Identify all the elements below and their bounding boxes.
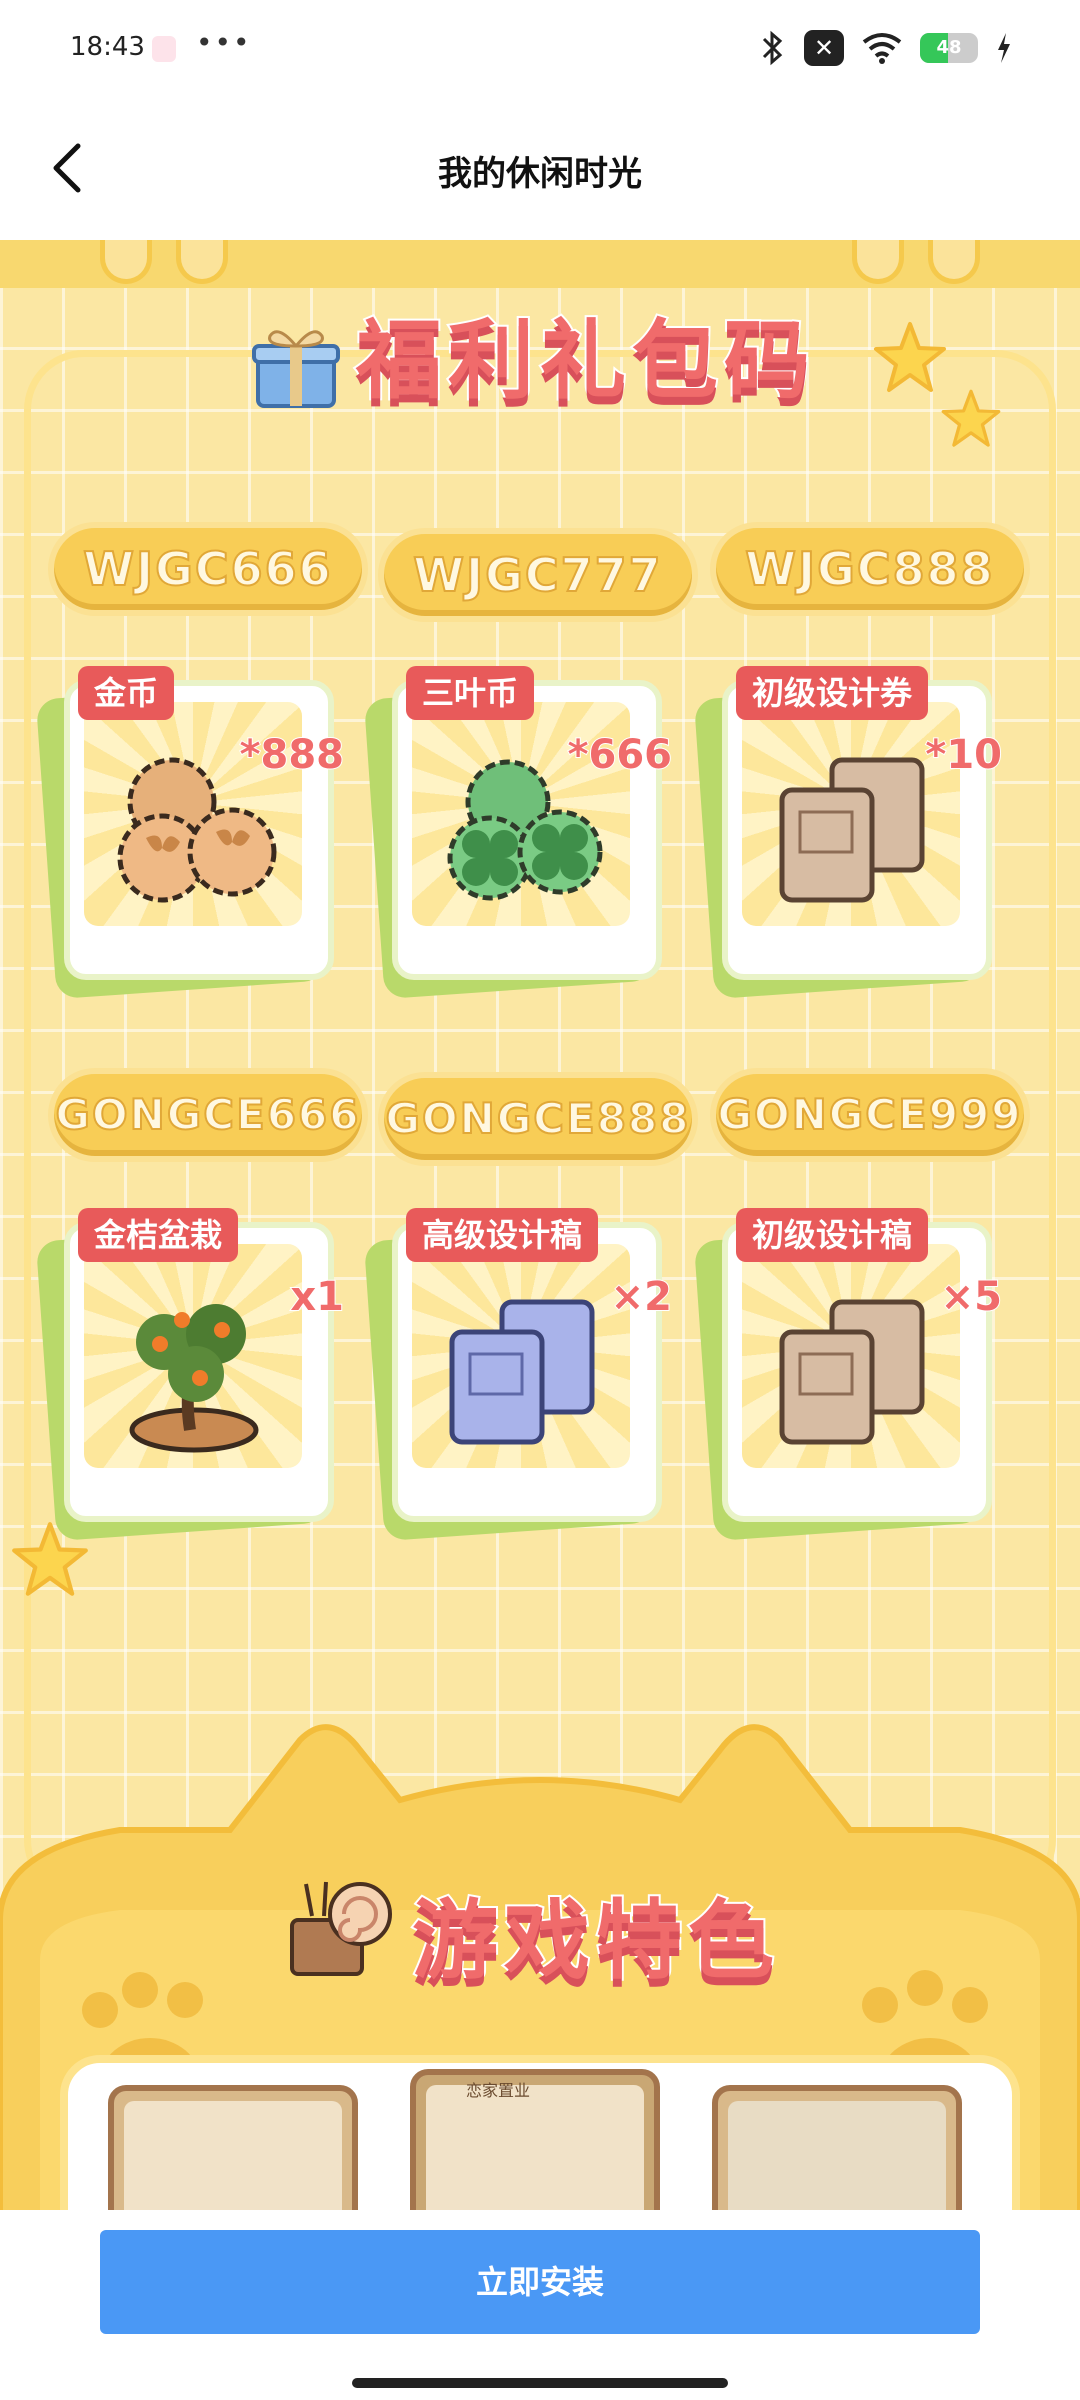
- reward-name: 高级设计稿: [406, 1208, 599, 1262]
- reward-count: *666: [567, 731, 673, 779]
- wifi-icon: [862, 33, 902, 64]
- reward-card: 金币 *888: [35, 666, 345, 1000]
- feature-screenshot-thumb[interactable]: 恋家置业: [410, 2069, 660, 2210]
- gift-code-text: WJGC777: [412, 547, 663, 603]
- star-decoration-icon: [874, 322, 946, 392]
- page-title: 我的休闲时光: [438, 154, 642, 194]
- gift-code-pill[interactable]: WJGC777: [378, 528, 698, 622]
- gift-code-pill[interactable]: WJGC888: [710, 522, 1030, 616]
- gift-code-title: 福利礼包码: [236, 280, 846, 430]
- reward-name: 初级设计稿: [736, 1208, 929, 1262]
- reward-count: *10: [924, 731, 1003, 779]
- gift-code-title-text: 福利礼包码: [354, 309, 816, 413]
- gift-code-text: WJGC666: [82, 541, 333, 597]
- battery-text: 48: [936, 37, 962, 58]
- bottom-action-bar: 立即安装: [0, 2210, 1080, 2400]
- gift-code-pill[interactable]: GONGCE888: [378, 1072, 698, 1166]
- app-header: 我的休闲时光: [0, 100, 1080, 240]
- reward-card: 金桔盆栽 x1: [35, 1208, 345, 1542]
- gift-code-pill[interactable]: GONGCE999: [710, 1068, 1030, 1162]
- features-title-text: 游戏特色: [410, 1889, 780, 1993]
- reward-card: 初级设计稿 ×5: [693, 1208, 1003, 1542]
- gift-code-text: GONGCE999: [717, 1089, 1023, 1140]
- gift-code-pill[interactable]: WJGC666: [48, 522, 368, 616]
- feature-preview-strip[interactable]: 恋家置业: [60, 2055, 1020, 2210]
- chevron-left-icon: [53, 143, 81, 193]
- star-decoration-icon: [941, 389, 1001, 447]
- more-dots-icon: •••: [196, 26, 252, 59]
- reward-card: 三叶币 *666: [363, 666, 673, 1000]
- reward-count: x1: [289, 1273, 345, 1321]
- kumquat-bonsai-icon: [129, 1304, 259, 1453]
- feature-screenshot-thumb[interactable]: [108, 2085, 358, 2210]
- snail-icon: [290, 1881, 392, 1976]
- muted-app-icon: ✕: [804, 30, 844, 66]
- scroll-icon: [779, 1299, 925, 1445]
- status-bar: 18:43 ••• ✕ 48: [0, 0, 1080, 100]
- gift-code-banner: 福利礼包码 WJGC666 WJGC777 WJGC888 金币 *888 三叶…: [0, 240, 1080, 2210]
- status-icons: ✕ 48: [760, 30, 1012, 66]
- reward-card: 初级设计券 *10: [693, 666, 1003, 1000]
- gift-code-text: GONGCE666: [55, 1089, 361, 1140]
- blue-scroll-icon: [449, 1299, 595, 1445]
- scroll-icon: [779, 757, 925, 903]
- status-time: 18:43: [70, 32, 145, 62]
- reward-name: 金币: [78, 666, 175, 720]
- reward-count: ×2: [610, 1273, 673, 1321]
- reward-count: ×5: [940, 1273, 1003, 1321]
- gift-code-text: GONGCE888: [385, 1093, 691, 1144]
- thumb-label: 恋家置业: [466, 2081, 531, 2100]
- reward-name: 三叶币: [406, 666, 535, 720]
- features-title: 游戏特色: [286, 1860, 806, 2000]
- charging-icon: [998, 33, 1010, 63]
- reward-count: *888: [239, 731, 345, 779]
- back-button[interactable]: [40, 138, 100, 198]
- home-indicator[interactable]: [352, 2378, 728, 2388]
- app-notification-icon: [152, 36, 176, 62]
- gift-code-pill[interactable]: GONGCE666: [48, 1068, 368, 1162]
- reward-name: 金桔盆栽: [78, 1208, 239, 1262]
- content-scroll-area[interactable]: 福利礼包码 WJGC666 WJGC777 WJGC888 金币 *888 三叶…: [0, 240, 1080, 2210]
- gift-box-icon: [252, 330, 340, 408]
- install-button[interactable]: 立即安装: [100, 2230, 980, 2334]
- bluetooth-icon: [762, 30, 783, 66]
- reward-card: 高级设计稿 ×2: [363, 1208, 673, 1542]
- battery-icon: 48: [920, 33, 978, 63]
- gift-code-text: WJGC888: [744, 541, 995, 597]
- feature-screenshot-thumb[interactable]: [712, 2085, 962, 2210]
- reward-name: 初级设计券: [736, 666, 929, 720]
